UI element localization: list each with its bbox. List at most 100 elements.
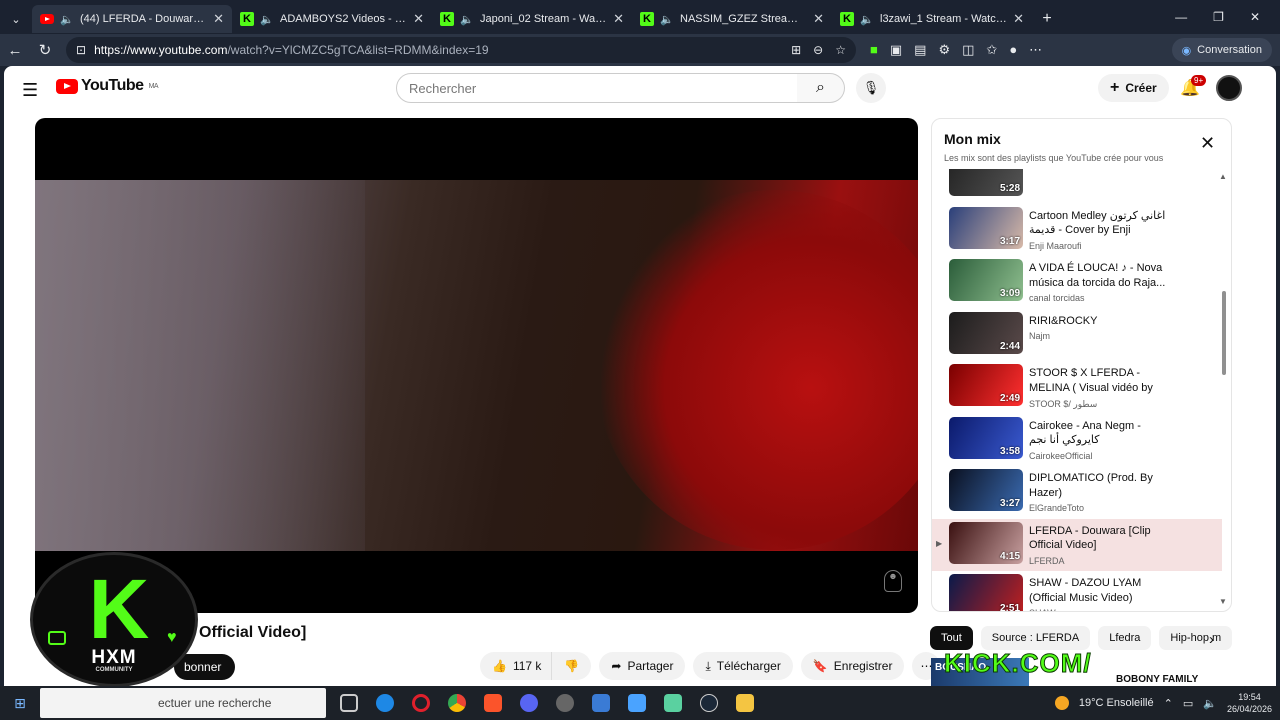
edge-icon[interactable]	[376, 694, 394, 712]
brave-icon[interactable]	[484, 694, 502, 712]
youtube-logo[interactable]: YouTube MA	[56, 77, 159, 95]
mix-list-item[interactable]: 3:17 Cartoon Medley اغاني كرتون قديمة - C…	[932, 204, 1222, 257]
copilot-conversation-button[interactable]: ◉ Conversation	[1171, 38, 1272, 62]
apps-icon[interactable]: ⊞	[791, 43, 801, 57]
video-title[interactable]: DIPLOMATICO (Prod. By Hazer)	[1029, 471, 1179, 500]
mix-list-item[interactable]: 3:58 Cairokee - Ana Negm - كايروكي أنا نج…	[932, 414, 1222, 467]
chevron-right-icon[interactable]: ›	[1209, 631, 1214, 648]
video-title[interactable]: STOOR $ X LFERDA - MELINA ( Visual vidéo…	[1029, 366, 1179, 396]
channel-name[interactable]: SHAW	[1029, 608, 1179, 611]
maximize-icon[interactable]: ❐	[1213, 10, 1224, 24]
video-title[interactable]: SHAW - DAZOU LYAM (Official Music Video)	[1029, 576, 1179, 605]
zoom-icon[interactable]: ⊖	[813, 43, 823, 57]
video-thumbnail[interactable]: 3:09	[949, 259, 1023, 301]
share-button[interactable]: ➦ Partager	[599, 652, 686, 680]
video-thumbnail[interactable]: 5:28	[949, 169, 1023, 196]
video-title[interactable]: Cartoon Medley اغاني كرتون قديمة - Cover…	[1029, 209, 1179, 238]
video-thumbnail[interactable]: 3:58	[949, 416, 1023, 459]
channel-name[interactable]: canal torcidas	[1029, 293, 1179, 303]
scroll-down-icon[interactable]: ▼	[1219, 597, 1227, 606]
split-screen-icon[interactable]: ◫	[962, 42, 974, 58]
taskbar-search-input[interactable]: ectuer une recherche	[40, 688, 326, 718]
save-button[interactable]: 🔖 Enregistrer	[800, 652, 905, 680]
mix-list-item[interactable]: 2:49 STOOR $ X LFERDA - MELINA ( Visual v…	[932, 361, 1222, 414]
volume-icon[interactable]: 🔈	[1203, 697, 1217, 710]
search-input[interactable]: Rechercher	[396, 73, 798, 103]
tab-close-icon[interactable]: ✕	[213, 11, 224, 27]
steam-icon[interactable]	[700, 694, 718, 712]
mix-list-item[interactable]: 5:28Aujiss	[932, 169, 1222, 204]
extension-kick-icon[interactable]: ■	[870, 42, 878, 58]
reload-icon[interactable]: ↻	[30, 41, 60, 59]
mix-list-item[interactable]: ▶ 4:15 LFERDA - Douwara [Clip Official Vid…	[932, 518, 1222, 571]
channel-name[interactable]: Enji Maaroufi	[1029, 241, 1179, 251]
extensions-puzzle-icon[interactable]: ⚙	[938, 42, 950, 58]
hamburger-menu-icon[interactable]: ☰	[22, 80, 38, 101]
tab-close-icon[interactable]: ✕	[813, 11, 824, 27]
dislike-button[interactable]: 👎	[551, 652, 592, 680]
filter-chip[interactable]: Tout	[930, 626, 973, 650]
create-button[interactable]: + Créer	[1098, 74, 1169, 102]
video-thumbnail[interactable]: 4:15	[949, 521, 1023, 564]
video-player[interactable]: ☻	[35, 118, 918, 613]
back-icon[interactable]: ←	[0, 42, 30, 59]
opera-icon[interactable]	[412, 694, 430, 712]
avatar[interactable]	[1216, 75, 1242, 101]
tray-chevron-icon[interactable]: ⌃	[1164, 697, 1173, 710]
browser-tab[interactable]: K 🔈 NASSIM_GZEZ Stream - Watch Live ✕	[632, 5, 832, 33]
channel-name[interactable]: STOOR $/ سطور	[1029, 399, 1179, 410]
chrome-icon[interactable]	[448, 694, 466, 712]
mix-list-item[interactable]: 3:09 A VIDA É LOUCA! ♪ - Nova música da t…	[932, 256, 1222, 309]
video-thumbnail[interactable]: 2:51	[949, 574, 1023, 611]
tab-close-icon[interactable]: ✕	[1013, 11, 1024, 27]
app-icon[interactable]	[556, 694, 574, 712]
browser-tab[interactable]: K 🔈 l3zawi_1 Stream - Watch Live ✕	[832, 5, 1032, 33]
tab-close-icon[interactable]: ✕	[413, 11, 424, 27]
browser-tab[interactable]: K 🔈 Japoni_02 Stream - Watch Live ✕	[432, 5, 632, 33]
task-view-icon[interactable]	[340, 694, 358, 712]
mix-list[interactable]: 5:28Aujiss 3:17 Cartoon Medley اغاني كرتون…	[932, 169, 1222, 611]
video-title[interactable]: Cairokee - Ana Negm - كايروكي أنا نجم	[1029, 419, 1179, 448]
profile-icon[interactable]: ●	[1009, 42, 1017, 58]
channel-name[interactable]: CairokeeOfficial	[1029, 451, 1179, 461]
favorites-icon[interactable]: ✩	[986, 42, 997, 58]
scroll-up-icon[interactable]: ▲	[1219, 172, 1227, 181]
download-button[interactable]: ⤓ Télécharger	[693, 652, 793, 680]
tab-audio-icon[interactable]: 🔈	[60, 13, 74, 26]
mix-list-item[interactable]: 2:51 SHAW - DAZOU LYAM (Official Music Vi…	[932, 571, 1222, 611]
favorite-star-icon[interactable]: ☆	[835, 43, 846, 57]
minimize-icon[interactable]: —	[1175, 10, 1187, 24]
close-window-icon[interactable]: ✕	[1250, 10, 1260, 24]
video-title[interactable]: A VIDA É LOUCA! ♪ - Nova música da torci…	[1029, 261, 1179, 290]
windows-start-icon[interactable]: ⊞	[0, 695, 40, 712]
address-bar[interactable]: ⊡ https://www.youtube.com/watch?v=YlCMZC…	[66, 37, 856, 63]
store-icon[interactable]	[592, 694, 610, 712]
channel-name[interactable]: LFERDA	[1029, 556, 1179, 566]
new-tab-button[interactable]: +	[1032, 5, 1062, 33]
video-thumbnail[interactable]: 3:27	[949, 469, 1023, 511]
tab-audio-icon[interactable]: 🔈	[460, 13, 474, 26]
weather-text[interactable]: 19°C Ensoleillé	[1079, 697, 1154, 709]
video-title[interactable]: LFERDA - Douwara [Clip Official Video]	[1029, 524, 1179, 553]
channel-name[interactable]: Najm	[1029, 331, 1179, 341]
file-explorer-icon[interactable]	[736, 694, 754, 712]
extension-icon[interactable]: ▤	[914, 42, 926, 58]
mix-list-item[interactable]: 2:44 RIRI&ROCKY Najm	[932, 309, 1222, 362]
filter-chip[interactable]: Hip-hop m	[1159, 626, 1233, 650]
tab-close-icon[interactable]: ✕	[613, 11, 624, 27]
next-video-title[interactable]: BOBONY FAMILY	[1116, 674, 1198, 685]
tab-audio-icon[interactable]: 🔈	[660, 13, 674, 26]
browser-tab[interactable]: K 🔈 ADAMBOYS2 Videos - Watch Live ✕	[232, 5, 432, 33]
extension-icon[interactable]: ▣	[890, 42, 902, 58]
tab-actions-button[interactable]: ⌄	[0, 5, 32, 33]
filter-chip[interactable]: Lfedra	[1098, 626, 1152, 650]
discord-icon[interactable]	[520, 694, 538, 712]
channel-name[interactable]: ElGrandeToto	[1029, 503, 1179, 513]
scrollbar[interactable]	[1222, 291, 1226, 375]
browser-tab[interactable]: 🔈 (44) LFERDA - Douwara [Clip Official Vi…	[32, 5, 232, 33]
tab-audio-icon[interactable]: 🔈	[860, 13, 874, 26]
clock[interactable]: 19:54 26/04/2026	[1227, 691, 1272, 715]
like-button[interactable]: 👍 117 k	[480, 652, 552, 680]
voice-search-button[interactable]: 🎙	[856, 73, 886, 103]
menu-dots-icon[interactable]: ⋯	[1029, 42, 1042, 58]
